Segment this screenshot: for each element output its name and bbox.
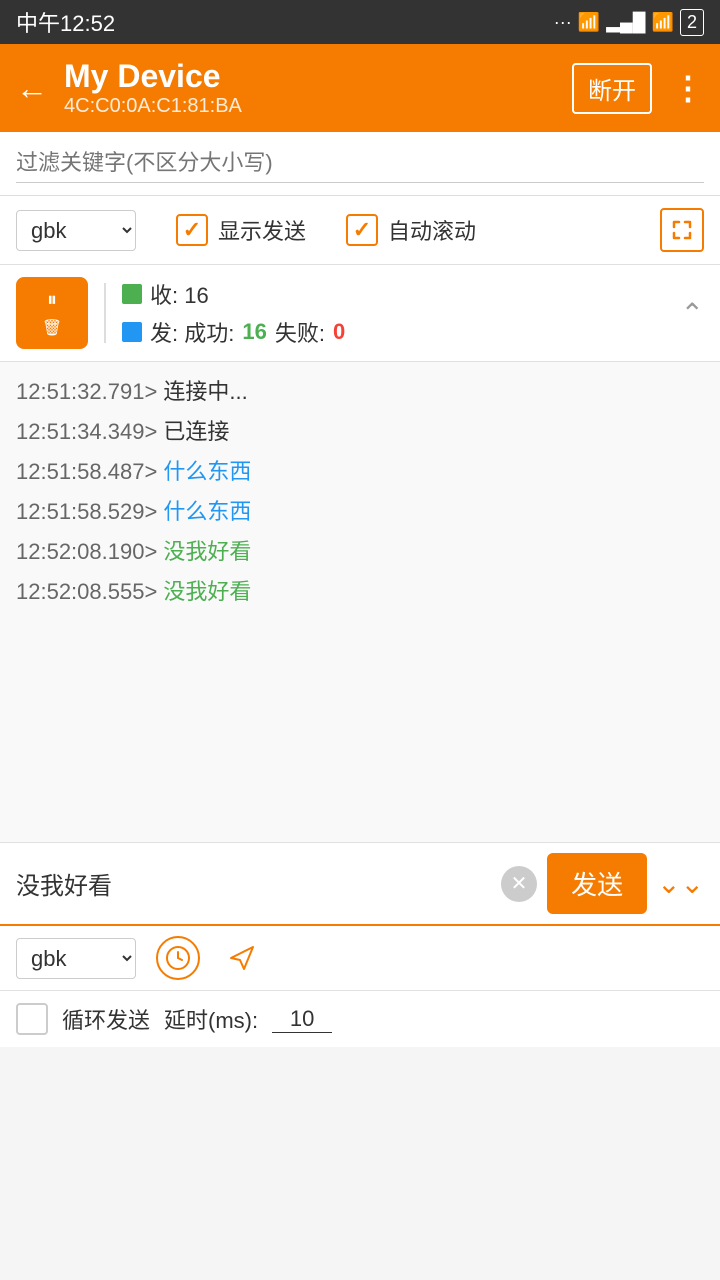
log-message: 什么东西 xyxy=(163,499,251,524)
log-line: 12:51:32.791> 连接中... xyxy=(16,374,704,406)
bluetooth-icon: 📶 xyxy=(578,12,600,33)
log-line: 12:51:58.529> 什么东西 xyxy=(16,494,704,526)
send-input[interactable] xyxy=(16,870,491,898)
history-button[interactable] xyxy=(156,936,200,980)
disconnect-button[interactable]: 断开 xyxy=(572,63,652,114)
wifi-icon: 📶 xyxy=(652,12,674,33)
send-encoding-select[interactable]: gbk utf-8 ascii xyxy=(16,938,136,979)
send-prefix: 发: 成功: xyxy=(150,316,234,348)
bottom-area: ✕ 发送 ⌄⌄ gbk utf-8 ascii 循环发送 延时(ms): xyxy=(0,842,720,1047)
recv-indicator xyxy=(122,284,142,304)
auto-scroll-label: 自动滚动 xyxy=(388,214,476,246)
log-time: 12:51:58.529> xyxy=(16,499,163,524)
expand-button[interactable]: ⌄⌄ xyxy=(657,867,704,900)
send-button[interactable]: 发送 xyxy=(547,853,647,914)
status-icons: ··· 📶 ▂▄█ 📶 2 xyxy=(554,9,704,36)
log-time: 12:51:32.791> xyxy=(16,379,163,404)
device-mac: 4C:C0:0A:C1:81:BA xyxy=(64,95,572,118)
stats-info: 收: 16 发: 成功: 16 失败: 0 xyxy=(122,278,681,348)
stats-divider xyxy=(104,283,106,343)
quick-send-button[interactable] xyxy=(220,936,264,980)
log-line: 12:52:08.555> 没我好看 xyxy=(16,574,704,606)
filter-section xyxy=(0,132,720,196)
status-bar: 中午12:52 ··· 📶 ▂▄█ 📶 2 xyxy=(0,0,720,44)
pause-clear-button[interactable]: ⏸ 🗑 xyxy=(16,277,88,349)
battery-icon: 2 xyxy=(680,9,704,36)
send-fail-count: 0 xyxy=(333,319,345,345)
log-time: 12:51:34.349> xyxy=(16,419,163,444)
clear-send-input-button[interactable]: ✕ xyxy=(501,866,537,902)
clear-icon: 🗑 xyxy=(42,318,62,338)
loop-row: 循环发送 延时(ms): xyxy=(0,991,720,1047)
log-message: 没我好看 xyxy=(163,579,251,604)
filter-input[interactable] xyxy=(16,144,704,183)
network-icon: ▂▄█ xyxy=(606,12,645,33)
auto-scroll-checkbox[interactable] xyxy=(346,214,378,246)
toolbar: ← My Device 4C:C0:0A:C1:81:BA 断开 ⋮ xyxy=(0,44,720,132)
signal-icon: ··· xyxy=(554,12,572,33)
toolbar-title-group: My Device 4C:C0:0A:C1:81:BA xyxy=(64,58,572,118)
log-area: 12:51:32.791> 连接中...12:51:34.349> 已连接12:… xyxy=(0,362,720,842)
log-time: 12:52:08.555> xyxy=(16,579,163,604)
log-message: 什么东西 xyxy=(163,459,251,484)
more-menu-button[interactable]: ⋮ xyxy=(672,69,704,107)
toolbar-actions: 断开 ⋮ xyxy=(572,63,704,114)
controls-bar: gbk utf-8 ascii 显示发送 自动滚动 xyxy=(0,196,720,265)
show-send-checkbox[interactable] xyxy=(176,214,208,246)
delay-input[interactable] xyxy=(272,1006,332,1033)
status-time: 中午12:52 xyxy=(16,6,115,38)
fullscreen-button[interactable] xyxy=(660,208,704,252)
log-message: 已连接 xyxy=(163,419,229,444)
log-line: 12:51:34.349> 已连接 xyxy=(16,414,704,446)
send-fail-prefix: 失败: xyxy=(275,316,325,348)
send-options-row: gbk utf-8 ascii xyxy=(0,926,720,991)
recv-count: 收: 16 xyxy=(150,278,209,310)
log-line: 12:52:08.190> 没我好看 xyxy=(16,534,704,566)
log-message: 没我好看 xyxy=(163,539,251,564)
encoding-select-top[interactable]: gbk utf-8 ascii xyxy=(16,210,136,251)
delay-label: 延时(ms): xyxy=(164,1003,258,1035)
device-name: My Device xyxy=(64,58,572,95)
pause-icon: ⏸ xyxy=(47,289,57,312)
send-row: ✕ 发送 ⌄⌄ xyxy=(0,843,720,926)
loop-checkbox[interactable] xyxy=(16,1003,48,1035)
log-time: 12:51:58.487> xyxy=(16,459,163,484)
collapse-button[interactable]: ⌃ xyxy=(681,297,704,330)
loop-label: 循环发送 xyxy=(62,1003,150,1035)
log-time: 12:52:08.190> xyxy=(16,539,163,564)
send-stat: 发: 成功: 16 失败: 0 xyxy=(122,316,681,348)
show-send-label: 显示发送 xyxy=(218,214,306,246)
back-button[interactable]: ← xyxy=(16,70,48,107)
send-success-count: 16 xyxy=(242,319,266,345)
show-send-group: 显示发送 xyxy=(176,214,306,246)
recv-stat: 收: 16 xyxy=(122,278,681,310)
log-line: 12:51:58.487> 什么东西 xyxy=(16,454,704,486)
auto-scroll-group: 自动滚动 xyxy=(346,214,476,246)
send-indicator xyxy=(122,322,142,342)
log-message: 连接中... xyxy=(163,379,247,404)
stats-bar: ⏸ 🗑 收: 16 发: 成功: 16 失败: 0 ⌃ xyxy=(0,265,720,362)
